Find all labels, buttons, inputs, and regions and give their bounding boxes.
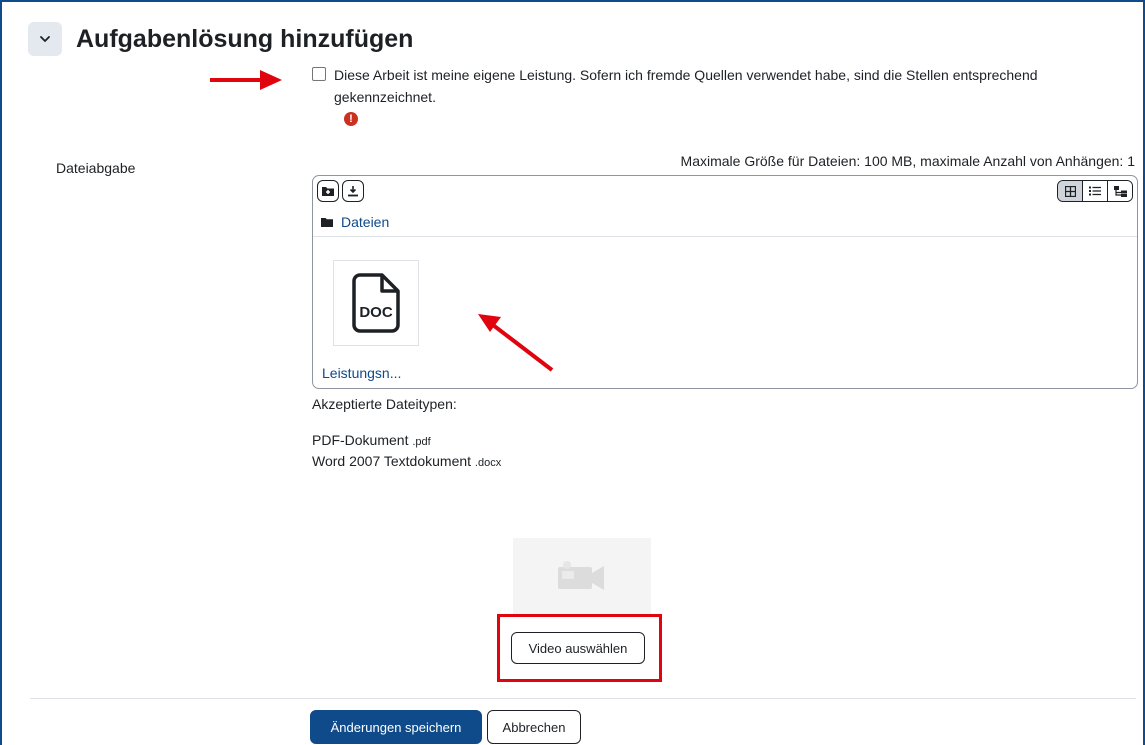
folder-plus-icon <box>322 187 334 196</box>
window-frame-top <box>0 0 1145 2</box>
form-footer-divider <box>30 698 1136 699</box>
view-mode-group <box>1057 180 1133 202</box>
file-name-link[interactable]: Leistungsn... <box>322 365 401 381</box>
add-file-button[interactable] <box>317 180 339 202</box>
annotation-arrow-right <box>210 70 282 90</box>
file-path-breadcrumb: Dateien <box>321 214 389 230</box>
path-folder-link[interactable]: Dateien <box>341 214 389 230</box>
accepted-type-ext: .docx <box>474 457 502 469</box>
folder-tree-icon <box>1113 185 1127 197</box>
statement-row: Diese Arbeit ist meine eigene Leistung. … <box>312 64 1132 108</box>
required-error-icon: ! <box>344 112 358 126</box>
section-header: Aufgabenlösung hinzufügen <box>28 22 413 56</box>
view-list-button[interactable] <box>1082 181 1107 201</box>
file-manager-divider <box>313 236 1137 237</box>
chevron-down-icon <box>40 36 50 42</box>
view-icons-button[interactable] <box>1058 181 1082 201</box>
select-video-button[interactable]: Video auswählen <box>511 632 645 664</box>
statement-checkbox[interactable] <box>312 67 326 81</box>
grid-icon <box>1064 185 1076 197</box>
max-size-info: Maximale Größe für Dateien: 100 MB, maxi… <box>680 153 1135 169</box>
window-frame-left <box>0 0 2 745</box>
file-manager: Dateien DOC Leistungsn... <box>312 175 1138 389</box>
accepted-type-name: PDF-Dokument <box>312 432 409 448</box>
cancel-button[interactable]: Abbrechen <box>487 710 581 744</box>
statement-label: Diese Arbeit ist meine eigene Leistung. … <box>334 67 1038 105</box>
collapse-section-button[interactable] <box>28 22 62 56</box>
video-preview-placeholder <box>513 538 651 614</box>
file-submission-label: Dateiabgabe <box>56 160 136 176</box>
video-camera-icon <box>558 561 604 590</box>
accepted-types-title: Akzeptierte Dateitypen: <box>312 396 457 412</box>
file-manager-toolbar <box>317 180 364 202</box>
save-changes-button[interactable]: Änderungen speichern <box>310 710 482 744</box>
folder-icon <box>321 218 333 227</box>
list-icon <box>1089 186 1101 196</box>
accepted-type-docx: Word 2007 Textdokument .docx <box>312 453 501 469</box>
accepted-type-pdf: PDF-Dokument .pdf <box>312 432 431 448</box>
file-thumbnail[interactable]: DOC <box>333 260 419 346</box>
view-tree-button[interactable] <box>1107 181 1132 201</box>
download-icon <box>348 186 358 197</box>
doc-file-type-label: DOC <box>359 304 393 321</box>
accepted-type-name: Word 2007 Textdokument <box>312 453 472 469</box>
section-title: Aufgabenlösung hinzufügen <box>76 24 414 53</box>
download-all-button[interactable] <box>342 180 364 202</box>
doc-file-icon: DOC <box>352 273 400 333</box>
accepted-type-ext: .pdf <box>412 436 431 448</box>
